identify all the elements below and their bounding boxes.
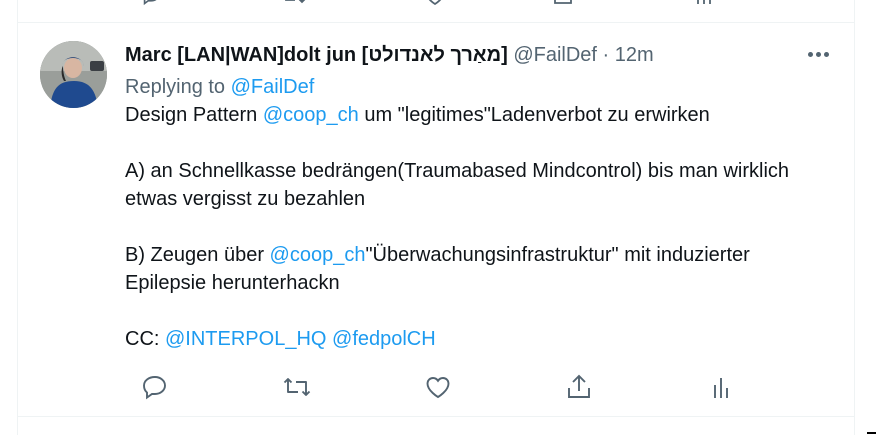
analytics-icon[interactable] xyxy=(711,372,731,402)
divider xyxy=(18,416,854,417)
mention-link[interactable]: @coop_ch xyxy=(270,244,366,266)
previous-tweet-actions xyxy=(18,0,854,6)
reply-icon[interactable] xyxy=(140,0,166,6)
text-segment: um "legitimes"Ladenverbot zu erwirken xyxy=(358,104,710,126)
more-options-icon[interactable] xyxy=(807,44,831,64)
mention-link[interactable]: @coop_ch xyxy=(263,104,359,126)
share-icon[interactable] xyxy=(551,0,577,6)
author-name[interactable]: Marc [LAN|WAN]dolt jun [מאַרך לאנדולט] xyxy=(125,44,508,66)
retweet-icon[interactable] xyxy=(281,0,307,6)
text-segment: B) Zeugen über xyxy=(125,244,270,266)
tweet-header: Marc [LAN|WAN]dolt jun [מאַרך לאנדולט] @… xyxy=(125,40,835,70)
share-icon[interactable] xyxy=(566,372,594,402)
tweet-paragraph-4: CC: @INTERPOL_HQ @fedpolCH xyxy=(125,325,835,353)
tweet-text: Design Pattern @coop_ch um "legitimes"La… xyxy=(125,101,835,353)
reply-icon[interactable] xyxy=(142,372,170,402)
tweet-paragraph-3: B) Zeugen über @coop_ch"Überwachungsinfr… xyxy=(125,241,835,297)
tweet-paragraph-2: A) an Schnellkasse bedrängen(Traumabased… xyxy=(125,160,790,210)
author-handle[interactable]: @FailDef xyxy=(513,44,597,66)
tweet-paragraph-1: Design Pattern @coop_ch um "legitimes"La… xyxy=(125,101,835,129)
mention-link[interactable]: @fedpolCH xyxy=(332,328,436,350)
separator-dot: · xyxy=(602,44,610,66)
like-icon[interactable] xyxy=(425,372,453,402)
replying-to: Replying to @FailDef xyxy=(125,73,835,101)
edge-mark xyxy=(867,432,876,434)
retweet-icon[interactable] xyxy=(282,372,312,402)
tweet-content: Marc [LAN|WAN]dolt jun [מאַרך לאנדולט] @… xyxy=(125,40,835,353)
replying-to-prefix: Replying to xyxy=(125,76,231,98)
text-segment: Design Pattern xyxy=(125,104,263,126)
mention-link[interactable]: @INTERPOL_HQ xyxy=(165,328,326,350)
text-segment: CC: xyxy=(125,328,165,350)
tweet-actions xyxy=(125,372,745,402)
analytics-icon[interactable] xyxy=(694,0,720,6)
replying-to-handle[interactable]: @FailDef xyxy=(231,76,315,98)
divider xyxy=(18,22,854,23)
avatar[interactable] xyxy=(40,41,107,108)
timeline-column: Marc [LAN|WAN]dolt jun [מאַרך לאנדולט] @… xyxy=(17,0,855,435)
timestamp[interactable]: 12m xyxy=(615,44,654,66)
like-icon[interactable] xyxy=(423,0,449,6)
